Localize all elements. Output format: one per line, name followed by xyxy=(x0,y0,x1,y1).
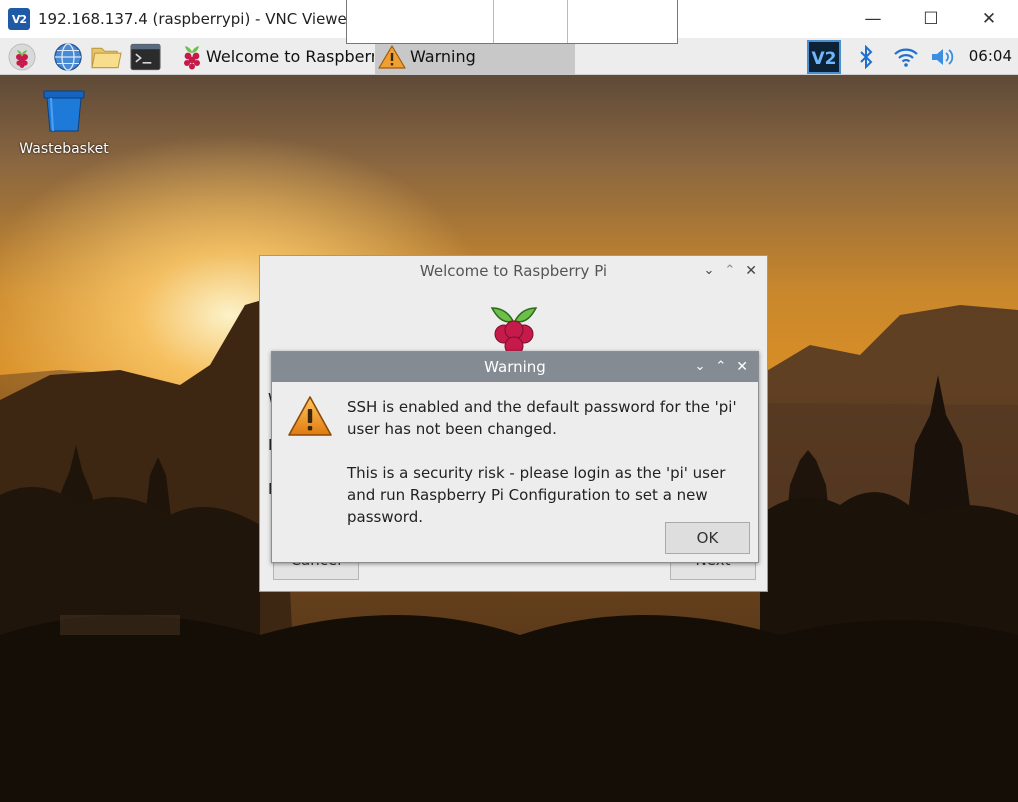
chevron-down-icon[interactable]: ⌄ xyxy=(703,256,714,286)
chevron-up-icon[interactable]: ⌃ xyxy=(724,256,735,286)
desktop-icon-label: Wastebasket xyxy=(19,141,109,157)
file-manager-icon[interactable] xyxy=(91,41,122,72)
raspberry-pi-logo-icon xyxy=(484,302,544,356)
close-button[interactable]: ✕ xyxy=(960,0,1018,38)
wastebasket-icon xyxy=(41,89,87,137)
warning-icon xyxy=(378,44,408,70)
svg-text:V2: V2 xyxy=(812,49,837,69)
wifi-icon[interactable] xyxy=(890,38,922,75)
warning-dialog: Warning ⌄ ⌃ ✕ SSH is enabled and the def… xyxy=(271,351,759,563)
web-browser-icon[interactable] xyxy=(52,41,83,72)
ok-button[interactable]: OK xyxy=(665,522,750,554)
welcome-dialog-title: Welcome to Raspberry Pi xyxy=(419,262,608,280)
welcome-dialog-titlebar[interactable]: Welcome to Raspberry Pi ⌄ ⌃ ✕ xyxy=(260,256,767,286)
warning-message-paragraph: This is a security risk - please login a… xyxy=(347,464,726,526)
warning-message-paragraph: SSH is enabled and the default password … xyxy=(347,398,737,438)
vnc-toolbar-handle[interactable] xyxy=(346,0,678,44)
volume-icon[interactable] xyxy=(928,38,960,75)
chevron-up-icon[interactable]: ⌃ xyxy=(715,352,726,382)
warning-triangle-icon xyxy=(287,394,333,442)
vnc-viewer-logo-icon: V2 xyxy=(8,8,30,30)
desktop-icon-wastebasket[interactable]: Wastebasket xyxy=(16,89,112,157)
vnc-server-icon[interactable]: V2 xyxy=(806,38,842,75)
taskbar-task-welcome[interactable]: Welcome to Raspberr... xyxy=(176,38,374,75)
bluetooth-icon[interactable] xyxy=(852,38,880,75)
raspberry-icon xyxy=(180,43,204,71)
maximize-button[interactable]: ☐ xyxy=(902,0,960,38)
taskbar-task-label: Warning xyxy=(410,47,476,66)
warning-message: SSH is enabled and the default password … xyxy=(347,396,757,528)
warning-dialog-title: Warning xyxy=(484,358,546,376)
minimize-button[interactable]: — xyxy=(844,0,902,38)
chevron-down-icon[interactable]: ⌄ xyxy=(694,352,705,382)
terminal-icon[interactable] xyxy=(130,41,161,72)
taskbar-clock[interactable]: 06:04 xyxy=(969,38,1012,75)
close-icon[interactable]: ✕ xyxy=(736,352,748,382)
close-icon[interactable]: ✕ xyxy=(745,256,757,286)
taskbar-task-label: Welcome to Raspberr... xyxy=(206,47,374,66)
warning-dialog-titlebar[interactable]: Warning ⌄ ⌃ ✕ xyxy=(272,352,758,382)
raspberry-menu-icon[interactable] xyxy=(6,41,37,72)
vnc-window-title: 192.168.137.4 (raspberrypi) - VNC Viewer xyxy=(38,10,353,28)
